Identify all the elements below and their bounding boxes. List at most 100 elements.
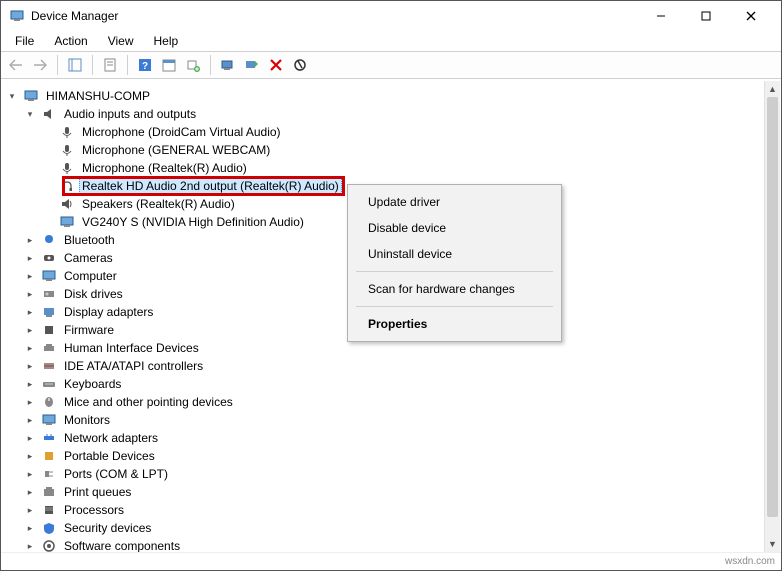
chevron-down-icon[interactable]: ▾: [23, 107, 37, 121]
scroll-down-icon[interactable]: ▼: [765, 536, 780, 552]
menu-help[interactable]: Help: [146, 32, 187, 50]
menu-action[interactable]: Action: [46, 32, 95, 50]
disable-device-button[interactable]: [289, 54, 311, 76]
category-item[interactable]: ▸Network adapters: [23, 429, 781, 447]
chevron-right-icon[interactable]: ▸: [23, 287, 37, 301]
add-legacy-icon[interactable]: [182, 54, 204, 76]
category-label: IDE ATA/ATAPI controllers: [61, 358, 206, 374]
ctx-uninstall-device[interactable]: Uninstall device: [350, 241, 559, 267]
chevron-right-icon[interactable]: ▸: [23, 467, 37, 481]
category-label: Ports (COM & LPT): [61, 466, 171, 482]
category-icon: [41, 502, 57, 518]
chevron-right-icon[interactable]: ▸: [23, 251, 37, 265]
category-icon: [41, 358, 57, 374]
audio-device[interactable]: Microphone (GENERAL WEBCAM): [41, 141, 781, 159]
chevron-right-icon[interactable]: ▸: [23, 503, 37, 517]
category-item[interactable]: ▸ Print queues: [23, 483, 781, 501]
scroll-up-icon[interactable]: ▲: [765, 81, 780, 97]
chevron-right-icon[interactable]: ▸: [23, 413, 37, 427]
audio-device[interactable]: Microphone (DroidCam Virtual Audio): [41, 123, 781, 141]
chevron-right-icon[interactable]: ▸: [23, 305, 37, 319]
back-button[interactable]: [5, 54, 27, 76]
tree-root[interactable]: ▾ HIMANSHU-COMP: [5, 87, 781, 105]
calendar-icon[interactable]: [158, 54, 180, 76]
category-item[interactable]: ▸ Keyboards: [23, 375, 781, 393]
maximize-button[interactable]: [683, 1, 728, 31]
category-label: Print queues: [61, 484, 134, 500]
close-button[interactable]: [728, 1, 773, 31]
category-label: Audio inputs and outputs: [61, 106, 199, 122]
category-item[interactable]: ▸ Ports (COM & LPT): [23, 465, 781, 483]
chevron-right-icon[interactable]: ▸: [23, 431, 37, 445]
chevron-right-icon[interactable]: ▸: [23, 323, 37, 337]
category-item[interactable]: ▸ Monitors: [23, 411, 781, 429]
category-icon: [41, 538, 57, 552]
device-label: Microphone (GENERAL WEBCAM): [79, 142, 273, 158]
category-label: Processors: [61, 502, 127, 518]
chevron-right-icon[interactable]: ▸: [23, 233, 37, 247]
device-icon: [59, 142, 75, 158]
ctx-properties[interactable]: Properties: [350, 311, 559, 337]
category-icon: [41, 520, 57, 536]
chevron-right-icon[interactable]: ▸: [23, 539, 37, 552]
forward-button[interactable]: [29, 54, 51, 76]
category-label: Keyboards: [61, 376, 124, 392]
category-icon: [41, 484, 57, 500]
help-button[interactable]: ?: [134, 54, 156, 76]
chevron-right-icon[interactable]: ▸: [23, 485, 37, 499]
device-icon: [59, 160, 75, 176]
device-label: VG240Y S (NVIDIA High Definition Audio): [79, 214, 307, 230]
chevron-right-icon[interactable]: ▸: [23, 341, 37, 355]
audio-device[interactable]: Microphone (Realtek(R) Audio): [41, 159, 781, 177]
category-icon: [41, 448, 57, 464]
chevron-right-icon[interactable]: ▸: [23, 449, 37, 463]
device-icon: [59, 196, 75, 212]
chevron-down-icon[interactable]: ▾: [5, 89, 19, 103]
ctx-update-driver[interactable]: Update driver: [350, 189, 559, 215]
chevron-right-icon[interactable]: ▸: [23, 359, 37, 373]
category-label: Display adapters: [61, 304, 156, 320]
vertical-scrollbar[interactable]: ▲ ▼: [764, 81, 780, 552]
show-hide-tree-button[interactable]: [64, 54, 86, 76]
ctx-separator: [356, 271, 553, 272]
chevron-right-icon[interactable]: ▸: [23, 521, 37, 535]
category-item[interactable]: ▸ Mice and other pointing devices: [23, 393, 781, 411]
scan-hardware-button[interactable]: [217, 54, 239, 76]
status-bar: wsxdn.com: [1, 552, 781, 570]
watermark: wsxdn.com: [725, 556, 775, 567]
category-icon: [41, 232, 57, 248]
minimize-button[interactable]: [638, 1, 683, 31]
category-label: Firmware: [61, 322, 117, 338]
category-icon: [41, 466, 57, 482]
ctx-disable-device[interactable]: Disable device: [350, 215, 559, 241]
category-label: Mice and other pointing devices: [61, 394, 236, 410]
scrollbar-thumb[interactable]: [767, 97, 778, 517]
category-icon: [41, 304, 57, 320]
ctx-scan-hardware[interactable]: Scan for hardware changes: [350, 276, 559, 302]
chevron-right-icon[interactable]: ▸: [23, 269, 37, 283]
device-icon: [59, 124, 75, 140]
menu-view[interactable]: View: [100, 32, 142, 50]
category-audio[interactable]: ▾ Audio inputs and outputs: [23, 105, 781, 123]
category-item[interactable]: ▸Security devices: [23, 519, 781, 537]
properties-button[interactable]: [99, 54, 121, 76]
category-icon: [41, 250, 57, 266]
category-item[interactable]: ▸Software components: [23, 537, 781, 552]
context-menu: Update driver Disable device Uninstall d…: [347, 184, 562, 342]
svg-text:?: ?: [142, 61, 148, 72]
category-label: Monitors: [61, 412, 113, 428]
title-bar: Device Manager: [1, 1, 781, 31]
menu-file[interactable]: File: [7, 32, 42, 50]
toolbar: ?: [1, 51, 781, 79]
uninstall-device-button[interactable]: [265, 54, 287, 76]
category-item[interactable]: ▸ IDE ATA/ATAPI controllers: [23, 357, 781, 375]
category-item[interactable]: ▸Portable Devices: [23, 447, 781, 465]
root-label: HIMANSHU-COMP: [43, 88, 153, 104]
category-label: Disk drives: [61, 286, 126, 302]
chevron-right-icon[interactable]: ▸: [23, 395, 37, 409]
category-item[interactable]: ▸ Processors: [23, 501, 781, 519]
category-label: Cameras: [61, 250, 116, 266]
chevron-right-icon[interactable]: ▸: [23, 377, 37, 391]
update-driver-button[interactable]: [241, 54, 263, 76]
device-label: Microphone (Realtek(R) Audio): [79, 160, 250, 176]
